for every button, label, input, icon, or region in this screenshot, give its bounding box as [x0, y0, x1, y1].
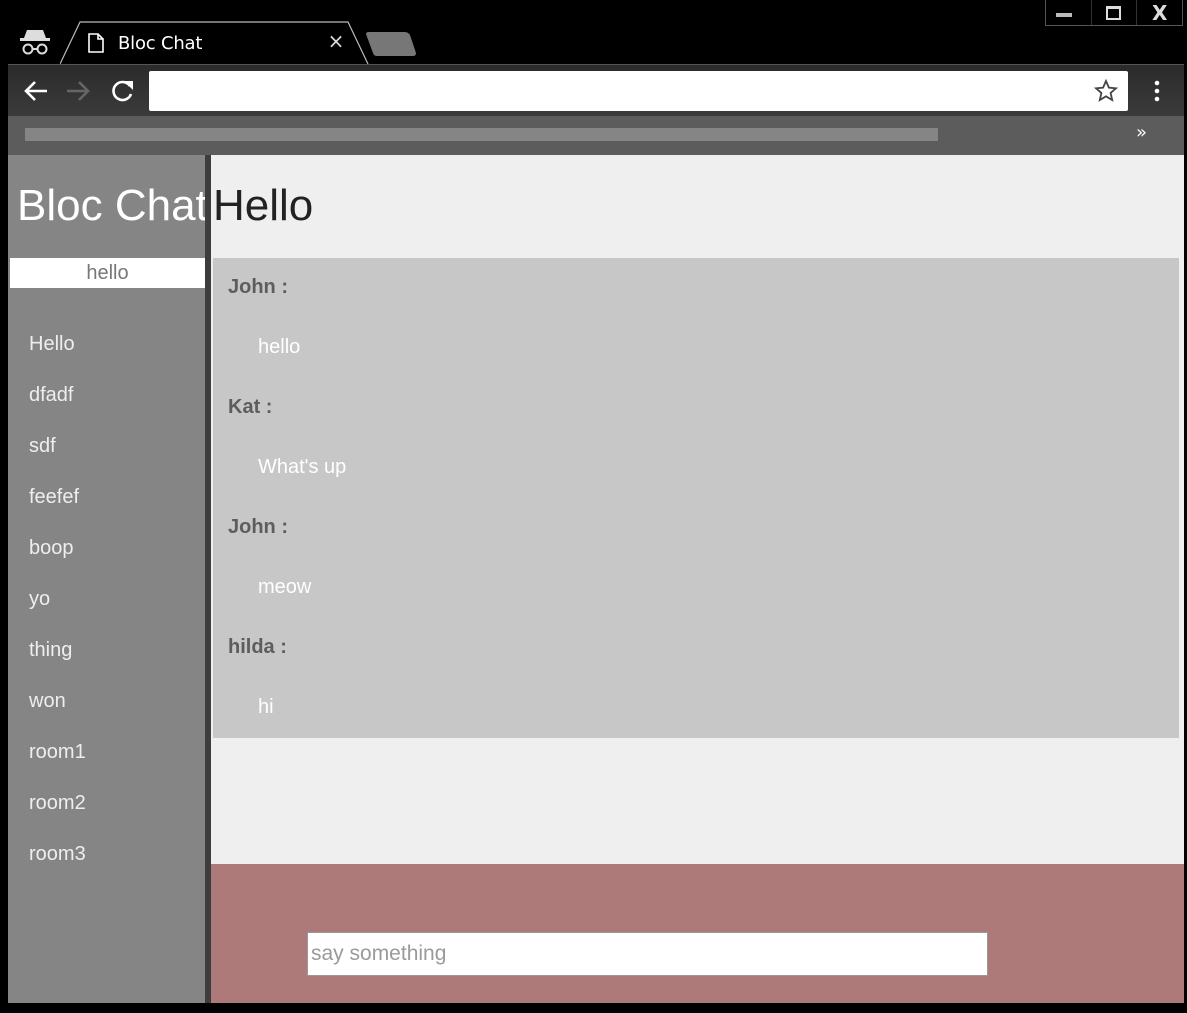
sidebar: Bloc Chat Hellodfadfsdffeefefboopyothing… [8, 155, 208, 1003]
tab-title: Bloc Chat [118, 33, 203, 54]
message-text: hello [258, 336, 301, 358]
message-username: Kat : [228, 396, 273, 418]
sidebar-item-room[interactable]: room1 [8, 735, 205, 786]
page-viewport: Bloc Chat Hellodfadfsdffeefefboopyothing… [8, 155, 1184, 1003]
tab-bloc-chat[interactable]: Bloc Chat × [60, 21, 370, 64]
sidebar-item-room[interactable]: yo [8, 582, 205, 633]
sidebar-item-room[interactable]: room3 [8, 837, 205, 888]
tab-close-icon[interactable]: × [326, 31, 346, 51]
sidebar-item-room[interactable]: dfadf [8, 378, 205, 429]
title-bar: Bloc Chat × X [0, 0, 1187, 64]
chat-main: Hello John : hello Kat : What's up John : meo… [211, 155, 1184, 1003]
sidebar-item-room[interactable]: Hello [8, 327, 205, 378]
incognito-icon [18, 28, 52, 56]
bookmarks-overflow-button[interactable]: » [1136, 122, 1147, 143]
address-bar[interactable] [149, 71, 1128, 111]
message-username: John : [228, 276, 288, 298]
sidebar-item-room[interactable]: feefef [8, 480, 205, 531]
bookmarks-placeholder [25, 128, 938, 141]
star-icon[interactable] [1093, 78, 1119, 103]
back-arrow-icon[interactable] [22, 77, 50, 105]
app-title: Bloc Chat [17, 181, 208, 230]
forward-arrow-icon[interactable] [64, 77, 92, 105]
browser-window: Bloc Chat × X » Bloc Chat hello Hello df… [0, 0, 1187, 1013]
page-icon [88, 33, 104, 53]
sidebar-item-room[interactable]: room2 [8, 786, 205, 837]
maximize-button[interactable] [1090, 0, 1137, 25]
bookmarks-bar: » [8, 116, 1184, 155]
message-input[interactable] [307, 932, 988, 976]
room-title: Hello [213, 181, 314, 230]
close-window-button[interactable]: X [1136, 0, 1182, 25]
message-list: John : hello Kat : What's up John : meow hilda… [213, 258, 1179, 738]
message-text: What's up [258, 456, 347, 478]
new-tab-button[interactable] [365, 31, 417, 57]
room-list: Hello dfadf sdf feefef boop yo thing won room1 ro… [8, 327, 205, 888]
composer [211, 864, 1184, 1003]
reload-icon[interactable] [108, 77, 136, 105]
new-room-input[interactable] [10, 258, 205, 288]
kebab-menu-icon[interactable] [1152, 79, 1162, 105]
window-controls: X [1045, 0, 1183, 26]
maximize-icon [1105, 6, 1121, 20]
minimize-icon [1056, 13, 1072, 17]
message-text: hi [258, 696, 274, 718]
close-icon: X [1151, 1, 1168, 25]
message-username: hilda : [228, 636, 287, 658]
message-text: meow [258, 576, 312, 598]
sidebar-item-room[interactable]: won [8, 684, 205, 735]
sidebar-item-room[interactable]: thing [8, 633, 205, 684]
sidebar-item-room[interactable]: sdf [8, 429, 205, 480]
browser-toolbar [8, 64, 1184, 117]
message-username: John : [228, 516, 288, 538]
sidebar-item-room[interactable]: boop [8, 531, 205, 582]
minimize-button[interactable] [1046, 0, 1091, 25]
